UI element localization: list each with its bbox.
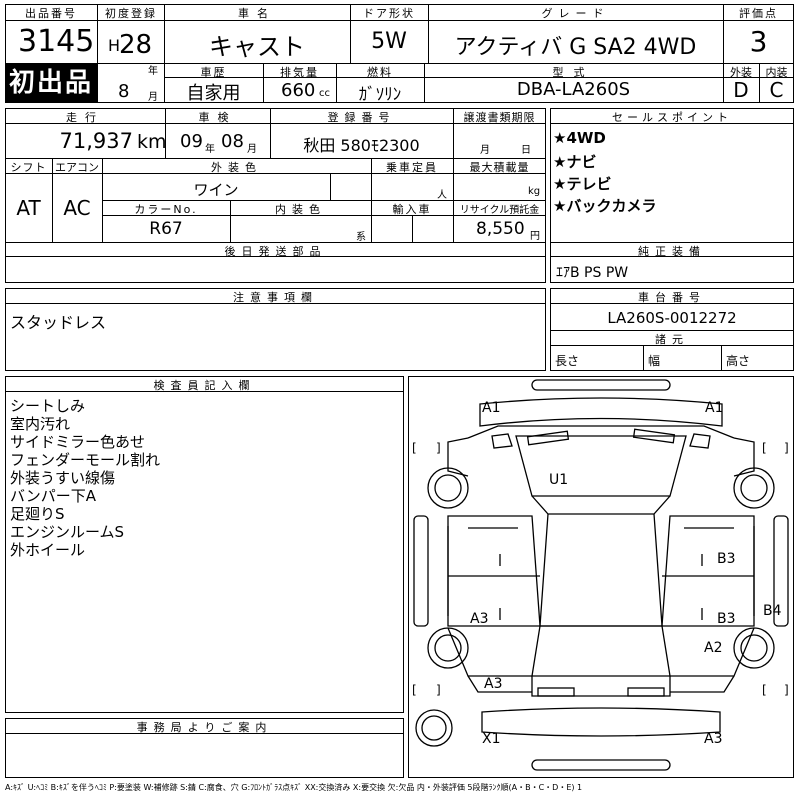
sales-item: ★バックカメラ — [553, 197, 657, 215]
fuel-value: ｶﾞｿﾘﾝ — [358, 85, 402, 105]
lot-label: 出品番号 — [25, 7, 77, 20]
specs-label: 諸元 — [655, 333, 689, 346]
mark-a3-left-low: A3 — [484, 676, 503, 692]
mileage-label: 走行 — [66, 111, 104, 124]
inspector-label: 検査員記入欄 — [153, 379, 256, 392]
int-color-label: 内装色 — [275, 203, 326, 216]
mark-a1-left: A1 — [482, 400, 501, 416]
int-score: C — [769, 78, 784, 102]
sales-item: ★4WD — [553, 129, 606, 147]
loadcap-label: 最大積載量 — [469, 161, 530, 174]
svg-text:[: [ — [412, 683, 417, 697]
shift-value: AT — [16, 196, 41, 220]
length-label: 長さ — [555, 354, 580, 368]
legend: A:ｷｽﾞ U:ﾍｺﾐ B:ｷｽﾞを伴うﾍｺﾐ P:要塗装 W:補修跡 S:錆 … — [5, 783, 583, 792]
lot-number: 3145 — [18, 24, 95, 59]
fuel-label: 燃料 — [367, 66, 393, 79]
door-value: 5W — [371, 29, 407, 54]
reg-year: 28 — [119, 30, 153, 60]
grade-value: アクティバ G SA2 4WD — [454, 35, 697, 60]
reg-month: 8 — [118, 81, 130, 102]
notes-value: スタッドレス — [10, 313, 107, 332]
capacity-unit: 人 — [437, 190, 447, 201]
svg-text:]: ] — [784, 441, 789, 455]
history-value: 自家用 — [186, 83, 241, 104]
history-label: 車歴 — [200, 66, 227, 79]
ext-color-label: 外装色 — [211, 161, 262, 174]
reg-month-unit: 月 — [148, 92, 158, 103]
svg-text:]: ] — [436, 683, 441, 697]
reg-year-unit: 年 — [148, 66, 158, 77]
int-color-unit: 系 — [356, 232, 366, 243]
svg-text:[: [ — [762, 441, 767, 455]
recycle-unit: 円 — [530, 231, 540, 242]
first-listing-badge: 初出品 — [5, 63, 97, 103]
capacity-label: 乗車定員 — [386, 161, 438, 174]
equip-label: 純正装備 — [638, 245, 706, 258]
car-label: 車名 — [238, 7, 276, 20]
mark-x1: X1 — [482, 731, 501, 747]
svg-text:]: ] — [436, 441, 441, 455]
ac-label: エアコン — [55, 161, 99, 174]
model-label: 型式 — [552, 66, 595, 79]
mark-a3-right-low: A3 — [704, 731, 723, 747]
height-label: 高さ — [726, 354, 751, 368]
score-value: 3 — [749, 25, 768, 58]
plate-value: 秋田 580ﾓ2300 — [303, 136, 420, 155]
inspect-year-unit: 年 — [205, 144, 215, 155]
inspect-month: 08 — [221, 131, 244, 152]
transfer-month-unit: 月 — [480, 145, 490, 156]
mark-u1: U1 — [549, 472, 569, 488]
sales-label: セールスポイント — [612, 111, 732, 124]
disp-value: 660 — [281, 80, 316, 101]
mileage-value: 71,937 — [59, 129, 133, 153]
ext-color-value: ワイン — [193, 181, 239, 199]
reg-label: 初度登録 — [105, 7, 157, 20]
model-value: DBA-LA260S — [516, 79, 631, 100]
mark-b4: B4 — [763, 603, 782, 619]
mark-b3-upper: B3 — [717, 551, 736, 567]
color-no-value: R67 — [149, 219, 183, 239]
later-parts-label: 後日発送部品 — [224, 245, 327, 258]
inspect-month-unit: 月 — [247, 144, 257, 155]
equip-value: ｴｱB PS PW — [556, 265, 629, 281]
ac-value: AC — [63, 196, 91, 220]
notes-label: 注意事項欄 — [233, 291, 318, 304]
plate-label: 登録番号 — [327, 111, 396, 124]
inspect-year: 09 — [180, 131, 203, 152]
width-label: 幅 — [648, 354, 661, 368]
mark-a1-right: A1 — [705, 400, 724, 416]
svg-text:]: ] — [784, 683, 789, 697]
ext-score: D — [733, 78, 749, 102]
sales-item: ★ナビ — [553, 153, 597, 171]
transfer-label: 譲渡書類期限 — [463, 111, 536, 124]
svg-text:[: [ — [762, 683, 767, 697]
chassis-value: LA260S-0012272 — [607, 309, 737, 327]
disp-unit: cc — [319, 88, 330, 99]
mark-a3-left-mid: A3 — [470, 611, 489, 627]
mileage-unit: km — [137, 131, 167, 153]
door-label: ドア形状 — [363, 7, 415, 20]
grade-label: グレード — [541, 7, 610, 20]
svg-text:[: [ — [412, 441, 417, 455]
chassis-label: 車台番号 — [638, 291, 706, 304]
mark-b3-lower: B3 — [717, 611, 736, 627]
sales-item: ★テレビ — [553, 175, 612, 193]
office-label: 事務局よりご案内 — [136, 721, 273, 734]
recycle-value: 8,550 — [476, 219, 525, 239]
inspect-label: 車検 — [198, 111, 237, 124]
import-label: 輸入車 — [392, 203, 432, 216]
mark-a2: A2 — [704, 640, 723, 656]
disp-label: 排気量 — [280, 66, 319, 79]
transfer-day-unit: 日 — [521, 145, 531, 156]
shift-label: シフト — [10, 161, 47, 174]
color-no-label: カラーNo. — [134, 203, 198, 216]
inspector-item: 外ホイール — [10, 541, 86, 559]
recycle-label: リサイクル預託金 — [459, 205, 540, 216]
car-diagram: [ ] [ ] [ ] [ ] — [408, 376, 794, 778]
loadcap-unit: kg — [528, 186, 541, 197]
car-name: キャスト — [209, 33, 305, 61]
score-label: 評価点 — [739, 7, 778, 20]
